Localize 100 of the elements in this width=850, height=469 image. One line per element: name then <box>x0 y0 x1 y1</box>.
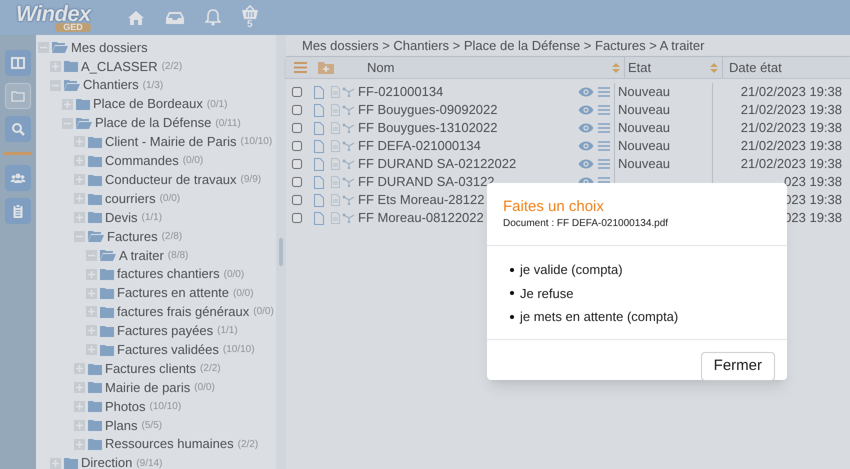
folder-label[interactable]: Photos <box>105 396 146 416</box>
folder-label[interactable]: Mes dossiers <box>71 38 148 58</box>
folder-label[interactable]: Ressources humaines <box>105 434 234 454</box>
folder-label[interactable]: Factures en attente <box>117 283 230 303</box>
eye-icon[interactable] <box>578 141 594 151</box>
sort-icon[interactable] <box>710 62 718 72</box>
expand-toggle[interactable] <box>86 306 97 318</box>
expand-toggle[interactable] <box>74 212 85 223</box>
expand-toggle[interactable] <box>86 344 97 356</box>
clipboard-button[interactable] <box>5 198 31 224</box>
folder-label[interactable]: Devis <box>105 208 138 228</box>
home-icon[interactable] <box>126 10 145 26</box>
folder-label[interactable]: Client - Mairie de Paris <box>105 132 236 152</box>
folder-label[interactable]: Conducteur de travaux <box>105 170 237 190</box>
basket-icon[interactable] <box>240 5 259 20</box>
eye-icon[interactable] <box>578 123 594 133</box>
expand-toggle[interactable] <box>74 420 85 431</box>
eye-icon[interactable] <box>578 105 594 115</box>
expand-toggle[interactable] <box>74 363 85 374</box>
folder-label[interactable]: Factures validées <box>117 340 219 360</box>
column-header[interactable]: Etat <box>628 58 652 78</box>
search-button[interactable] <box>5 116 31 142</box>
file-icon[interactable] <box>314 176 324 188</box>
expand-toggle[interactable] <box>74 193 85 204</box>
sort-icon[interactable] <box>612 62 620 72</box>
collapse-toggle[interactable] <box>50 80 61 91</box>
expand-toggle[interactable] <box>86 288 97 299</box>
collapse-toggle[interactable] <box>62 118 73 128</box>
expand-toggle[interactable] <box>74 174 85 186</box>
choice-link[interactable]: je valide (compta) <box>520 260 623 280</box>
plus-icon <box>76 214 83 221</box>
folder-label[interactable]: Direction <box>81 453 132 469</box>
expand-toggle[interactable] <box>74 438 85 450</box>
add-folder-icon[interactable] <box>318 62 334 74</box>
file-icon[interactable] <box>314 86 324 98</box>
expand-toggle[interactable] <box>74 136 85 148</box>
document-name[interactable]: FF DEFA-021000134 <box>358 136 578 156</box>
expand-toggle[interactable] <box>74 382 85 393</box>
collapse-toggle[interactable] <box>86 250 97 261</box>
folder-label[interactable]: Chantiers <box>83 75 139 95</box>
folder-label[interactable]: Mairie de paris <box>105 378 190 398</box>
menu-icon[interactable] <box>598 105 610 115</box>
checkbox[interactable] <box>292 105 302 115</box>
menu-icon[interactable] <box>598 141 610 151</box>
folder-button[interactable] <box>5 83 31 109</box>
folder-label[interactable]: courriers <box>105 188 156 208</box>
resize-handle[interactable] <box>279 238 283 266</box>
checkbox[interactable] <box>292 141 302 151</box>
expand-toggle[interactable] <box>74 155 85 166</box>
folder-label[interactable]: factures frais généraux <box>117 302 250 322</box>
checkbox[interactable] <box>292 159 302 169</box>
folder-label[interactable]: Plans <box>105 416 138 436</box>
folder-label[interactable]: A_CLASSER <box>81 56 158 76</box>
file-icon[interactable] <box>314 140 324 152</box>
file-icon[interactable] <box>314 158 324 170</box>
expand-toggle[interactable] <box>86 325 97 336</box>
folder-label[interactable]: Factures <box>107 226 158 246</box>
document-name[interactable]: FF Bouygues-09092022 <box>358 100 578 120</box>
file-icon[interactable] <box>314 212 324 224</box>
document-name[interactable]: FF Bouygues-13102022 <box>358 118 578 138</box>
checkbox[interactable] <box>292 195 302 205</box>
folder-label[interactable]: Place de la Défense <box>95 113 212 133</box>
folder-label[interactable]: Factures payées <box>117 321 214 341</box>
checkbox[interactable] <box>292 213 302 223</box>
folder-label[interactable]: Factures clients <box>105 358 196 378</box>
eye-icon[interactable] <box>578 159 594 169</box>
choice-link[interactable]: je mets en attente (compta) <box>520 307 678 326</box>
folder-icon <box>88 362 102 375</box>
bell-icon[interactable] <box>204 9 221 26</box>
file-icon[interactable] <box>314 122 324 134</box>
expand-toggle[interactable] <box>50 60 61 72</box>
menu-icon[interactable] <box>598 159 610 169</box>
collapse-toggle[interactable] <box>38 42 49 53</box>
folder-label[interactable]: Commandes <box>105 151 179 171</box>
file-icon[interactable] <box>314 104 324 116</box>
expand-toggle[interactable] <box>62 98 73 110</box>
checkbox[interactable] <box>292 123 302 133</box>
tray-icon[interactable] <box>164 10 185 24</box>
file-icon[interactable] <box>314 194 324 206</box>
expand-toggle[interactable] <box>86 268 97 280</box>
users-button[interactable] <box>5 165 31 191</box>
column-header[interactable]: Date état <box>729 58 782 78</box>
close-button[interactable]: Fermer <box>700 352 775 380</box>
menu-icon[interactable] <box>598 87 610 97</box>
column-header[interactable]: Nom <box>367 58 394 78</box>
document-name[interactable]: FF-021000134 <box>358 82 578 102</box>
folder-label[interactable]: factures chantiers <box>117 264 220 284</box>
choice-link[interactable]: Je refuse <box>520 284 574 303</box>
checkbox[interactable] <box>292 87 302 97</box>
checkbox[interactable] <box>292 177 302 187</box>
expand-toggle[interactable] <box>50 458 61 469</box>
menu-icon[interactable] <box>598 123 610 133</box>
eye-icon[interactable] <box>578 87 594 97</box>
folder-label[interactable]: A traiter <box>119 246 164 265</box>
menu-icon[interactable] <box>294 62 307 73</box>
folder-label[interactable]: Place de Bordeaux <box>93 94 203 114</box>
columns-button[interactable] <box>5 50 31 76</box>
collapse-toggle[interactable] <box>74 230 85 242</box>
expand-toggle[interactable] <box>74 400 85 412</box>
document-name[interactable]: FF DURAND SA-02122022 <box>358 154 578 174</box>
